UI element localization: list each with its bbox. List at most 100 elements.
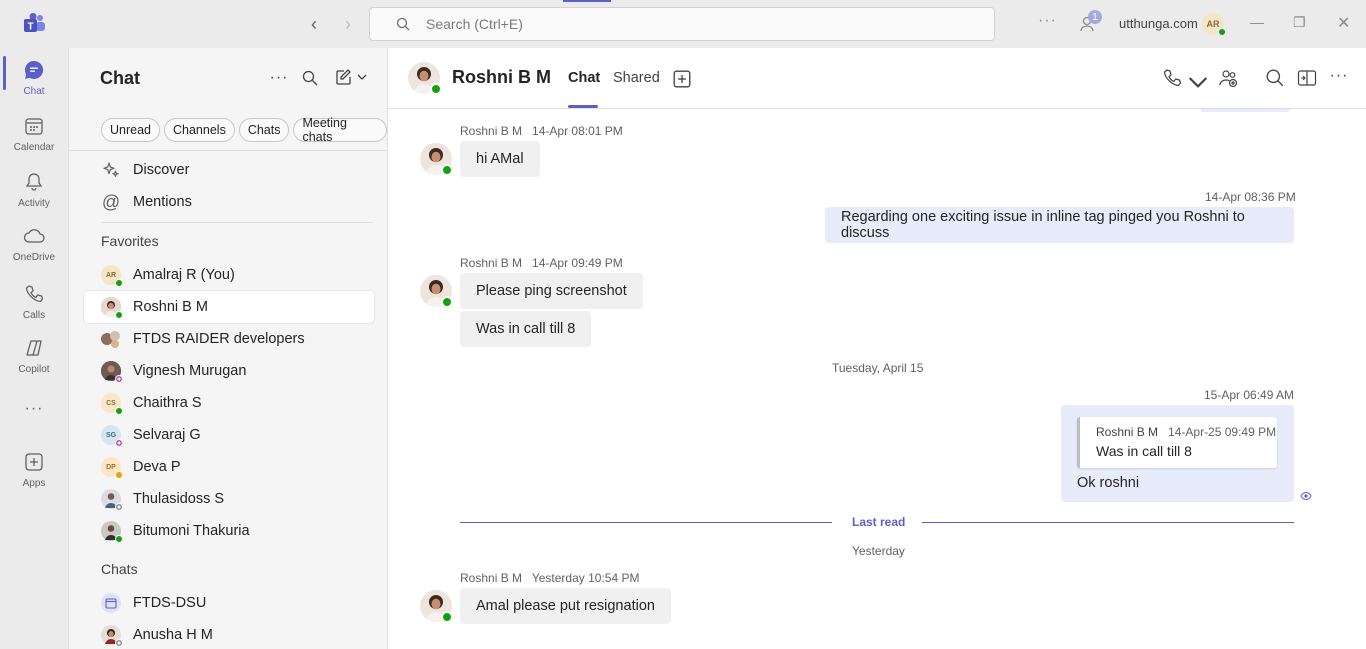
chat-item-thulasidoss[interactable]: Thulasidoss S [84,483,374,515]
org-name[interactable]: utthunga.com [1119,16,1198,31]
message-bubble[interactable]: Please ping screenshot [460,273,643,309]
minimize-icon[interactable]: — [1250,14,1264,30]
chat-item-amalraj[interactable]: AR Amalraj R (You) [84,259,374,291]
sender-name: Roshni B M [460,256,523,270]
favorites-header[interactable]: Favorites [101,233,159,249]
bell-icon [22,170,46,194]
search-input[interactable] [426,16,926,32]
filter-unread[interactable]: Unread [101,118,160,142]
nav-mentions[interactable]: @ Mentions [101,192,192,212]
chat-name: Deva P [133,459,181,475]
more-options-icon[interactable]: ··· [1329,66,1349,86]
chat-item-deva[interactable]: DP Deva P [84,451,374,483]
more-apps-icon[interactable]: ··· [0,400,68,418]
cloud-icon [22,224,46,248]
message-time: 15-Apr 06:49 AM [1204,388,1295,402]
presence-available-icon [441,611,453,623]
chevron-down-icon[interactable] [1188,73,1208,93]
divider [69,150,389,151]
message-bubble[interactable]: Roshni B M 14-Apr-25 09:49 PM Was in cal… [1061,405,1294,502]
rail-item-activity[interactable]: Activity [0,170,68,209]
nav-label: Discover [133,162,190,178]
presence-available-icon [441,296,453,308]
avatar: SG [101,425,123,447]
message-bubble[interactable]: hi AMal [460,141,540,177]
more-options-icon[interactable]: ··· [269,68,289,88]
nav-discover[interactable]: Discover [101,160,189,180]
filter-meeting-chats[interactable]: Meeting chats [293,116,387,144]
add-tab-icon[interactable] [672,69,692,89]
add-people-icon[interactable] [1218,68,1238,88]
message-bubble[interactable]: Regarding one exciting issue in inline t… [825,207,1294,243]
forward-arrow-icon[interactable]: › [338,12,358,36]
chevron-down-icon[interactable] [357,74,367,81]
chat-item-ftds-raider[interactable]: FTDS RAIDER developers [84,323,374,355]
message-bubble[interactable]: Was in call till 8 [460,311,592,347]
avatar: AR [101,265,123,287]
search-icon[interactable] [1265,68,1285,88]
avatar: DP [101,457,123,479]
more-options-icon[interactable]: ··· [1038,12,1057,30]
search-icon[interactable] [302,70,318,86]
filter-chips: Unread Channels Chats Meeting chats [101,116,387,144]
rail-item-apps[interactable]: Apps [0,450,68,489]
copilot-icon [22,336,46,360]
contact-name: Roshni B M [452,67,551,87]
chat-item-vignesh[interactable]: Vignesh Murugan [84,355,374,387]
back-arrow-icon[interactable]: ‹ [304,12,324,36]
popout-icon[interactable] [1297,68,1317,88]
message-text: Ok roshni [1077,475,1140,491]
rail-label: Calendar [13,142,55,153]
message-bubble[interactable]: Amal please put resignation [460,588,671,624]
last-read-line [460,522,832,523]
chat-name: Vignesh Murugan [133,363,247,379]
search-box[interactable] [369,7,995,41]
rail-label: Apps [22,478,46,489]
at-icon: @ [101,191,121,212]
close-icon[interactable]: ✕ [1337,13,1350,33]
rail-label: Chat [23,86,45,97]
chat-item-chaithra[interactable]: CS Chaithra S [84,387,374,419]
chat-item-anusha[interactable]: Anusha H M [84,619,374,649]
chat-item-bitumoni[interactable]: Bitumoni Thakuria [84,515,374,547]
chat-item-ftds-dsu[interactable]: FTDS-DSU [84,587,374,619]
restore-icon[interactable]: ❐ [1293,14,1306,31]
presence-available-icon [441,164,453,176]
message-meta: Roshni B M 14-Apr 09:49 PM [460,256,623,270]
avatar [101,489,123,511]
rail-item-copilot[interactable]: Copilot [0,336,68,375]
chat-icon [22,58,46,82]
rail-item-chat[interactable]: Chat [0,58,68,97]
quoted-message[interactable]: Roshni B M 14-Apr-25 09:49 PM Was in cal… [1077,417,1277,468]
message-meta: Roshni B M 14-Apr 08:01 PM [460,124,623,138]
tab-active-indicator [568,105,598,108]
meeting-chat-icon [101,593,121,613]
avatar [101,361,123,383]
rail-label: Copilot [18,364,50,375]
new-chat-icon[interactable] [335,69,351,86]
chat-main: Roshni B M Chat Shared ··· Roshni B M 14… [388,48,1366,649]
rail-item-calendar[interactable]: Calendar [0,114,68,153]
divider [101,222,373,223]
add-app-icon [22,450,46,474]
tab-shared[interactable]: Shared [613,70,660,86]
notification-badge: 1 [1088,10,1102,24]
previous-message-edge [1200,109,1290,112]
filter-channels[interactable]: Channels [164,118,235,142]
message-meta: Roshni B M Yesterday 10:54 PM [460,571,639,585]
rail-item-calls[interactable]: Calls [0,282,68,321]
rail-item-onedrive[interactable]: OneDrive [0,224,68,263]
call-icon[interactable] [1162,68,1182,88]
tab-chat[interactable]: Chat [568,70,600,86]
avatar [101,297,123,319]
chat-item-roshni[interactable]: Roshni B M [84,291,374,323]
chats-header[interactable]: Chats [101,561,138,577]
chat-name: Bitumoni Thakuria [133,523,250,539]
chat-name: Roshni B M [133,299,208,315]
seen-eye-icon [1300,491,1312,501]
filter-chats[interactable]: Chats [238,118,290,142]
chat-item-selvaraj[interactable]: SG Selvaraj G [84,419,374,451]
message-time: 14-Apr 08:01 PM [532,124,623,138]
avatar: CS [101,393,123,415]
message-time: 14-Apr 08:36 PM [1205,190,1296,204]
